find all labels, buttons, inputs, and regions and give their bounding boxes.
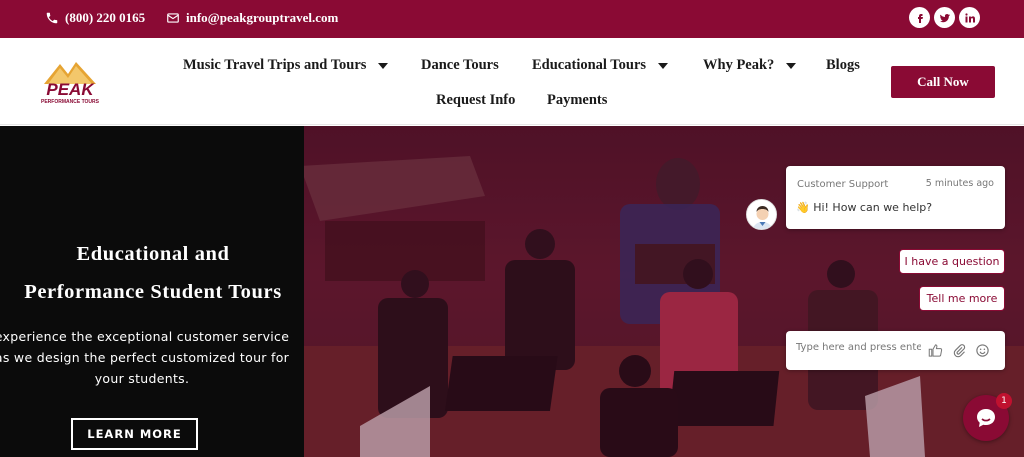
- hero-text-panel: Educational and Performance Student Tour…: [0, 126, 304, 457]
- nav-item-why-peak[interactable]: Why Peak?: [703, 57, 797, 74]
- call-now-button[interactable]: Call Now: [891, 66, 995, 98]
- chat-message-card[interactable]: Customer Support 5 minutes ago 👋 Hi! How…: [786, 166, 1005, 229]
- nav-item-dance-tours[interactable]: Dance Tours: [421, 57, 499, 74]
- nav-item-music-travel[interactable]: Music Travel Trips and Tours: [183, 57, 389, 74]
- quick-reply-tell-more[interactable]: Tell me more: [919, 286, 1005, 311]
- learn-more-button[interactable]: LEARN MORE: [71, 418, 198, 450]
- nav-label[interactable]: Request Info: [436, 92, 515, 109]
- email-link[interactable]: info@peakgrouptravel.com: [166, 10, 338, 26]
- facebook-icon: [917, 13, 923, 23]
- linkedin-icon: [964, 12, 975, 22]
- caret-down-icon[interactable]: [378, 62, 389, 69]
- nav-label[interactable]: Dance Tours: [421, 57, 499, 74]
- phone-icon: [46, 12, 58, 24]
- chat-greeting: 👋 Hi! How can we help?: [796, 201, 932, 214]
- nav-item-educational-tours[interactable]: Educational Tours: [532, 57, 669, 74]
- top-contact-bar: (800) 220 0165 info@peakgrouptravel.com: [0, 0, 1024, 38]
- peak-logo[interactable]: PEAK PERFORMANCE TOURS: [38, 58, 102, 106]
- linkedin-link[interactable]: [959, 7, 980, 28]
- logo-subtext: PERFORMANCE TOURS: [41, 99, 100, 105]
- hero-title-line2: Performance Student Tours: [24, 281, 282, 303]
- hero-title-line1: Educational and: [76, 243, 230, 265]
- caret-down-icon[interactable]: [786, 62, 797, 69]
- logo-text: PEAK: [46, 80, 95, 99]
- chat-message-text: Hi! How can we help?: [813, 201, 933, 214]
- attachment-icon[interactable]: [952, 343, 967, 358]
- nav-item-blogs[interactable]: Blogs: [826, 57, 860, 74]
- emoji-icon[interactable]: [975, 343, 990, 358]
- logo-mountain-graphic: PEAK PERFORMANCE TOURS: [41, 62, 100, 105]
- twitter-link[interactable]: [934, 7, 955, 28]
- chat-input-box: [786, 331, 1005, 370]
- nav-label[interactable]: Blogs: [826, 57, 860, 74]
- chat-timestamp: 5 minutes ago: [925, 178, 994, 189]
- thumbs-up-icon[interactable]: [928, 343, 943, 358]
- twitter-icon: [939, 13, 950, 22]
- wave-emoji-icon: 👋: [796, 201, 810, 214]
- nav-label[interactable]: Payments: [547, 92, 607, 109]
- chat-bubble-icon: [977, 409, 995, 427]
- nav-item-request-info[interactable]: Request Info: [436, 92, 515, 109]
- caret-down-icon[interactable]: [658, 62, 669, 69]
- phone-number[interactable]: (800) 220 0165: [65, 10, 145, 26]
- hero-body-line2: as we design the perfect customized tour…: [0, 350, 290, 365]
- quick-reply-question[interactable]: I have a question: [899, 249, 1005, 274]
- site-header: PEAK PERFORMANCE TOURS Music Travel Trip…: [0, 38, 1024, 125]
- envelope-icon: [167, 13, 179, 23]
- facebook-link[interactable]: [909, 7, 930, 28]
- nav-label[interactable]: Music Travel Trips and Tours: [183, 57, 366, 74]
- hero-body-line3: your students.: [94, 371, 190, 386]
- nav-label[interactable]: Why Peak?: [703, 57, 774, 74]
- chat-message-input[interactable]: [796, 342, 921, 353]
- support-agent-avatar: [746, 199, 777, 230]
- chat-agent-name: Customer Support: [797, 179, 889, 190]
- hero-body-line1: experience the exceptional customer serv…: [0, 329, 290, 344]
- email-address[interactable]: info@peakgrouptravel.com: [186, 10, 338, 26]
- unread-count-badge: 1: [996, 393, 1012, 409]
- nav-item-payments[interactable]: Payments: [547, 92, 607, 109]
- phone-link[interactable]: (800) 220 0165: [45, 10, 145, 26]
- nav-label[interactable]: Educational Tours: [532, 57, 646, 74]
